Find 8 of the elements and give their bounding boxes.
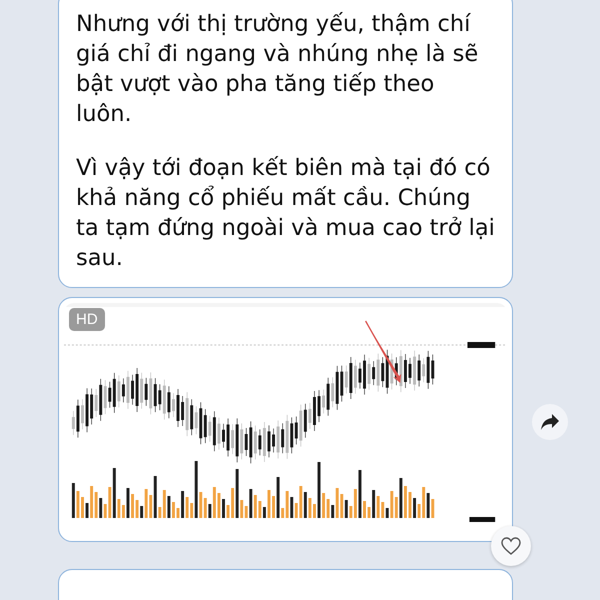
hd-badge: HD — [69, 308, 105, 331]
message-text: Vì vậy tới đoạn kết biên mà tại đó có khả năng cổ phiếu mất cầu. Chúng ta tạm đứng ngoài và mua cao trở lại sau. — [76, 154, 496, 273]
share-button[interactable] — [532, 404, 568, 440]
image-message[interactable]: HD — [58, 297, 513, 542]
share-icon — [540, 413, 560, 431]
like-button[interactable] — [491, 526, 531, 566]
heart-icon — [501, 537, 521, 555]
message-text: Nhưng với thị trường yếu, thậm chí giá chỉ đi ngang và nhúng nhẹ là sẽ bật vượt vào pha tăng tiếp theo luôn. — [76, 10, 480, 129]
